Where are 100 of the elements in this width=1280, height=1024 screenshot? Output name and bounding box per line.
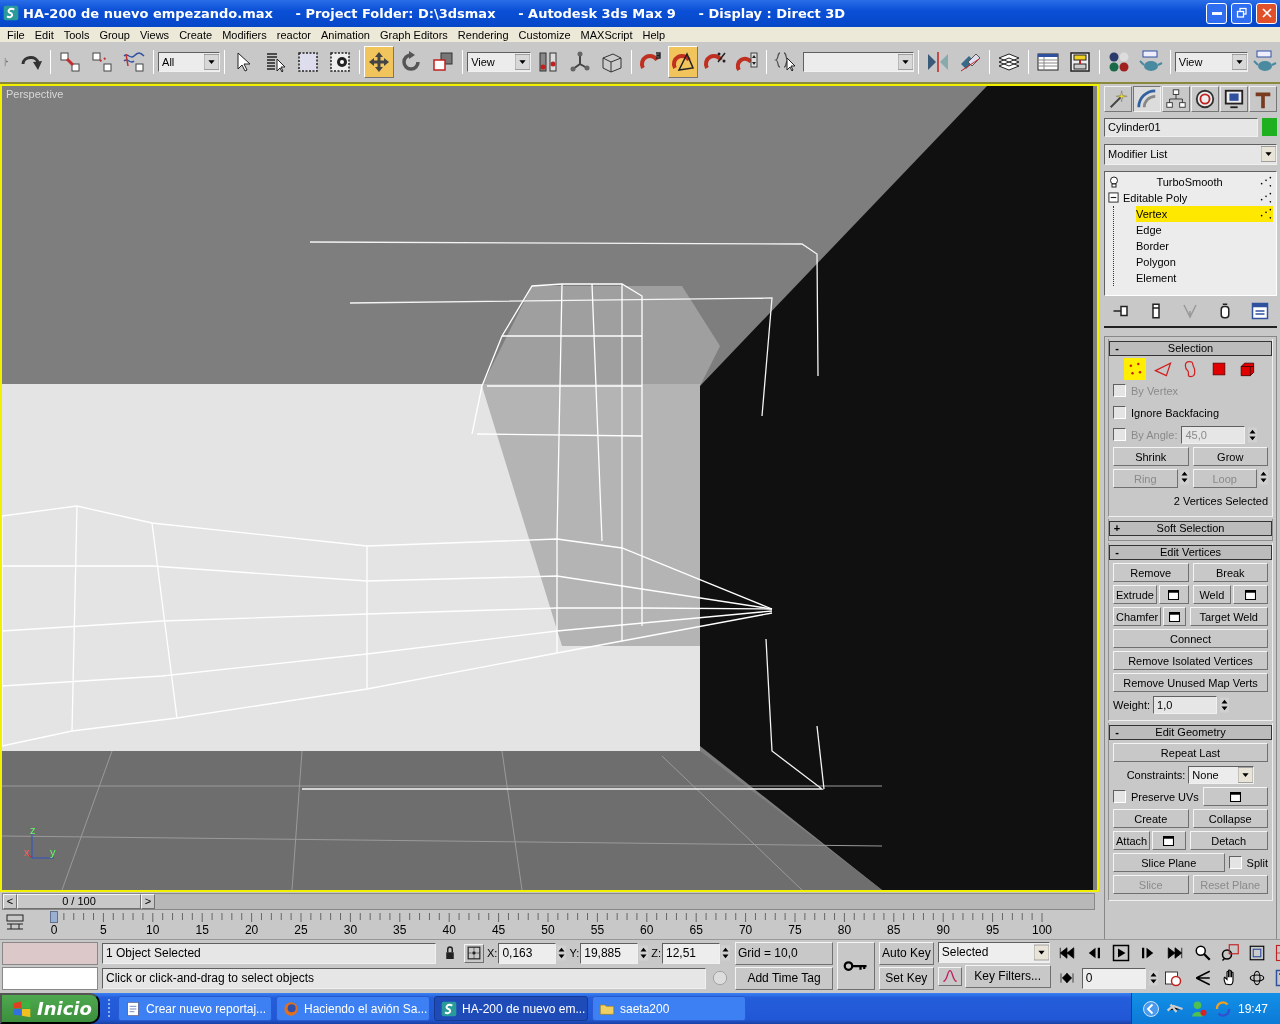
taskbar-button[interactable]: Haciendo el avión Sa...: [276, 996, 430, 1021]
key-filters-button[interactable]: Key Filters...: [964, 964, 1051, 988]
key-mode-dropdown[interactable]: Selected: [937, 941, 1050, 963]
rollout-header[interactable]: - Edit Geometry: [1109, 724, 1272, 740]
spinner-arrows-icon: [639, 945, 649, 962]
menu-item[interactable]: Modifiers: [217, 28, 272, 41]
taskbar-button[interactable]: HA-200 de nuevo em...: [434, 996, 588, 1021]
rollout-header[interactable]: - Selection: [1109, 340, 1272, 356]
coordinate-field[interactable]: 12,51: [662, 942, 720, 964]
panel-button[interactable]: Extrude: [1113, 585, 1157, 605]
panel-button[interactable]: Break: [1192, 563, 1268, 583]
rollout-toggle[interactable]: -: [1110, 546, 1124, 559]
stack-item[interactable]: Editable Poly: [1108, 189, 1273, 206]
coordinate-field[interactable]: 19,885: [580, 942, 639, 964]
vertex-level-icon[interactable]: [1123, 357, 1146, 380]
object-color-swatch[interactable]: [1262, 117, 1277, 136]
hierarchy-tab[interactable]: [1162, 85, 1190, 112]
checkbox[interactable]: [1113, 790, 1126, 804]
set-key-button[interactable]: Set Key: [879, 966, 934, 990]
time-cursor[interactable]: [50, 910, 58, 923]
menu-item[interactable]: Help: [637, 28, 671, 41]
auto-key-button[interactable]: Auto Key: [879, 941, 934, 965]
panel-button[interactable]: Grow: [1192, 447, 1268, 467]
panel-button[interactable]: Create: [1113, 809, 1189, 829]
menu-item[interactable]: Views: [134, 28, 175, 41]
menu-item[interactable]: Create: [174, 28, 218, 41]
motion-tab[interactable]: [1191, 85, 1219, 112]
angle-snap-button[interactable]: [668, 46, 699, 79]
absolute-mode-button[interactable]: [464, 943, 484, 963]
checkbox[interactable]: [1113, 406, 1126, 420]
menu-item[interactable]: File: [2, 28, 30, 41]
rollout-header[interactable]: - Edit Vertices: [1109, 544, 1272, 560]
rollout-toggle[interactable]: -: [1110, 726, 1124, 739]
modifier-list-dropdown[interactable]: Modifier List: [1104, 143, 1277, 165]
restore-icon: [1235, 7, 1248, 20]
menu-item[interactable]: Graph Editors: [374, 28, 453, 41]
time-slider-thumb[interactable]: 0 / 100: [17, 893, 141, 909]
menu-item[interactable]: reactor: [271, 28, 317, 41]
next-frame-button[interactable]: >: [141, 893, 155, 909]
menu-item[interactable]: Tools: [58, 28, 95, 41]
taskbar-button[interactable]: Crear nuevo reportaj...: [118, 996, 272, 1021]
menu-item[interactable]: Animation: [316, 28, 375, 41]
object-name-field[interactable]: Cylinder01: [1104, 117, 1258, 137]
previous-frame-button[interactable]: <: [3, 893, 17, 909]
panel-button[interactable]: Connect: [1113, 629, 1268, 649]
sub-object-item[interactable]: Border: [1136, 237, 1273, 254]
panel-button[interactable]: Detach: [1189, 831, 1268, 851]
menu-item[interactable]: Customize: [513, 28, 576, 41]
settings-button[interactable]: [1152, 831, 1186, 851]
utilities-tab[interactable]: [1249, 85, 1277, 112]
minimize-button[interactable]: [1206, 3, 1227, 24]
checkbox-label: Ignore Backfacing: [1131, 406, 1220, 419]
menu-item[interactable]: Rendering: [452, 28, 514, 41]
panel-button[interactable]: Slice Plane: [1113, 853, 1225, 873]
panel-button[interactable]: Shrink: [1113, 447, 1189, 467]
settings-button[interactable]: [1158, 585, 1189, 605]
selection-filter-dropdown[interactable]: All: [158, 52, 221, 73]
panel-button[interactable]: Repeat Last: [1113, 743, 1268, 763]
panel-button[interactable]: Chamfer: [1113, 607, 1162, 627]
render-type-dropdown[interactable]: View: [1174, 52, 1248, 73]
rollout-toggle[interactable]: +: [1110, 522, 1124, 535]
settings-button[interactable]: [1202, 787, 1268, 807]
dropdown-label: Constraints:: [1126, 768, 1186, 781]
constraints-dropdown[interactable]: None: [1188, 765, 1255, 784]
taskbar-button[interactable]: saeta200: [592, 996, 746, 1021]
stack-item[interactable]: TurboSmooth: [1108, 173, 1273, 190]
menu-item[interactable]: Edit: [29, 28, 59, 41]
menu-item[interactable]: MAXScript: [575, 28, 638, 41]
settings-button[interactable]: [1233, 585, 1268, 605]
coordinate-system-dropdown[interactable]: View: [467, 52, 531, 73]
panel-button[interactable]: Attach: [1113, 831, 1151, 851]
sub-object-item[interactable]: Edge: [1136, 221, 1273, 238]
panel-button[interactable]: Remove: [1113, 563, 1189, 583]
listener-pane[interactable]: [2, 966, 98, 990]
named-selection-dropdown[interactable]: [803, 52, 914, 73]
create-tab[interactable]: [1104, 85, 1132, 112]
modify-tab[interactable]: [1133, 85, 1161, 112]
rollout-toggle[interactable]: -: [1110, 342, 1124, 355]
panel-button[interactable]: Target Weld: [1189, 607, 1268, 627]
add-time-tag-button[interactable]: Add Time Tag: [735, 966, 833, 990]
current-frame-field[interactable]: 0: [1081, 967, 1146, 989]
coordinate-field[interactable]: 0,163: [498, 942, 557, 964]
panel-button[interactable]: Collapse: [1192, 809, 1268, 829]
set-keys-button[interactable]: [837, 941, 875, 990]
rollout-header[interactable]: + Soft Selection: [1109, 520, 1272, 536]
settings-button[interactable]: [1163, 607, 1186, 627]
sub-object-item[interactable]: Element: [1136, 269, 1273, 286]
restore-button[interactable]: [1231, 3, 1252, 24]
panel-button[interactable]: Remove Unused Map Verts: [1113, 673, 1268, 693]
checkbox[interactable]: [1228, 856, 1242, 870]
spinner-field[interactable]: 1,0: [1153, 695, 1218, 714]
panel-button[interactable]: Remove Isolated Vertices: [1113, 651, 1268, 671]
menu-item[interactable]: Group: [94, 28, 135, 41]
close-button[interactable]: [1256, 3, 1277, 24]
curve-button[interactable]: [937, 966, 962, 986]
panel-button[interactable]: Weld: [1192, 585, 1232, 605]
move-button[interactable]: [364, 46, 395, 79]
sub-object-item[interactable]: Polygon: [1136, 253, 1273, 270]
sub-object-item[interactable]: Vertex: [1136, 205, 1273, 222]
display-tab[interactable]: [1220, 85, 1248, 112]
